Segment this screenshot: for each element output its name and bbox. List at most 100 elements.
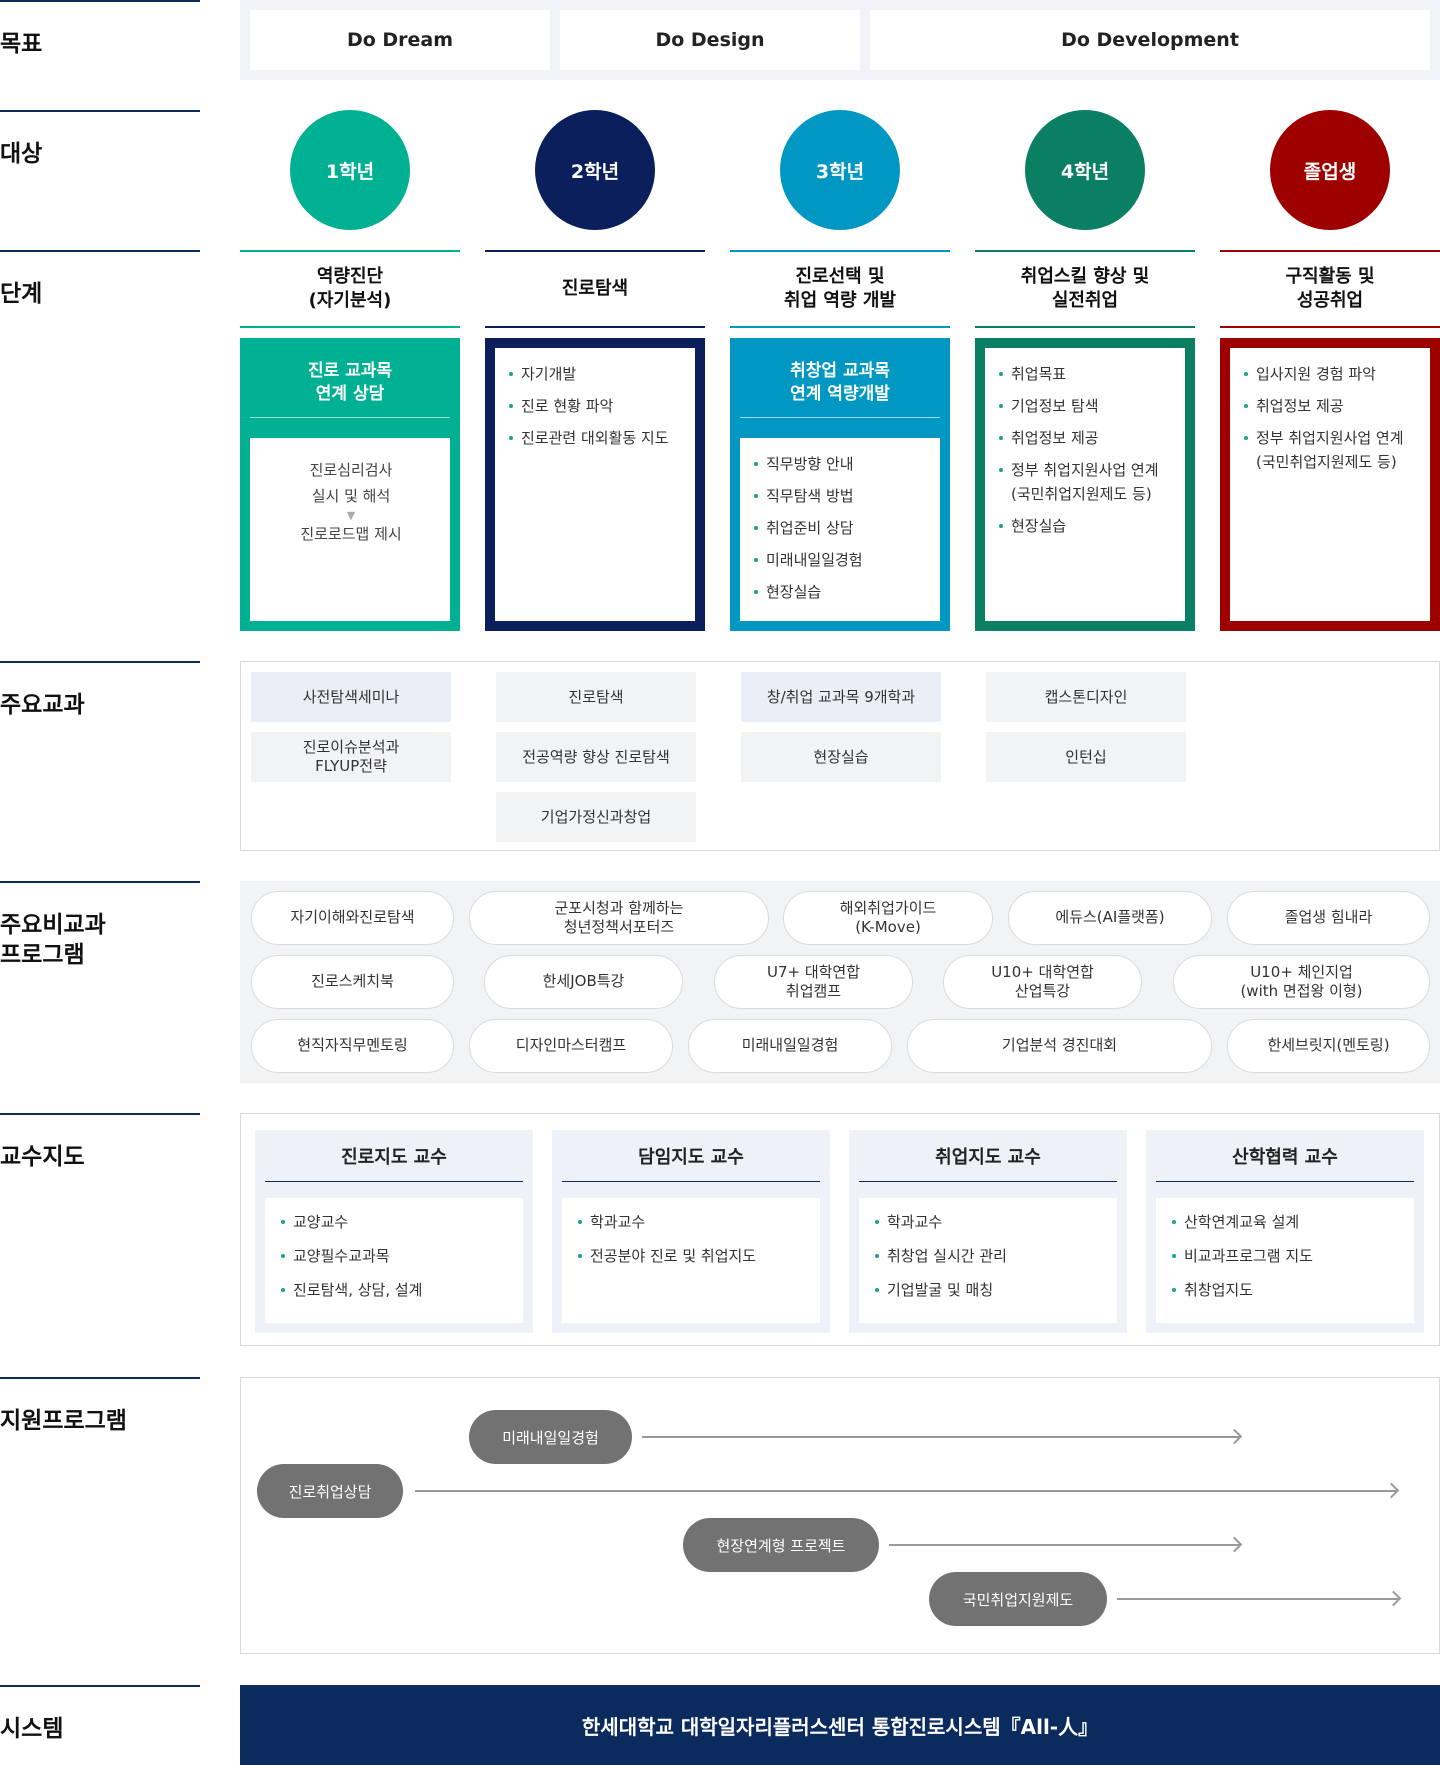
row-label-target: 대상 <box>0 110 200 250</box>
list-item: 현장실습 <box>997 514 1175 538</box>
course-item: 캡스톤디자인 <box>986 672 1186 722</box>
target-year2: 2학년 <box>535 110 655 230</box>
program-pill: 기업분석 경진대회 <box>907 1019 1212 1073</box>
row-label-stage: 단계 <box>0 250 200 310</box>
program-pill: 진로스케치북 <box>251 955 454 1009</box>
list-item: 교양필수교과목 <box>279 1244 509 1268</box>
detail-box-3-header: 취창업 교과목 연계 역량개발 <box>740 348 940 418</box>
target-graduate: 졸업생 <box>1270 110 1390 230</box>
support-pill: 진로취업상담 <box>257 1464 403 1518</box>
detail-box-4: 취업목표 기업정보 탐색 취업정보 제공 정부 취업지원사업 연계 (국민취업지원… <box>975 338 1195 631</box>
down-triangle-icon: ▼ <box>346 509 356 522</box>
row-label-support: 지원프로그램 <box>0 1377 200 1437</box>
stage-5: 구직활동 및 성공취업 <box>1220 250 1440 328</box>
prof-title: 진로지도 교수 <box>265 1130 523 1182</box>
list-item: 진로탐색, 상담, 설계 <box>279 1278 509 1302</box>
list-item: 진로관련 대외활동 지도 <box>507 426 685 450</box>
program-pill: 군포시청과 함께하는 청년정책서포터즈 <box>469 891 769 945</box>
stage-4: 취업스킬 향상 및 실전취업 <box>975 250 1195 328</box>
target-year4: 4학년 <box>1025 110 1145 230</box>
program-pill: 자기이해와진로탐색 <box>251 891 454 945</box>
list-item: 산학연계교육 설계 <box>1170 1210 1400 1234</box>
row-label-professors: 교수지도 <box>0 1113 200 1173</box>
detail-box-5-list: 입사지원 경험 파악 취업정보 제공 정부 취업지원사업 연계 (국민취업지원제도… <box>1242 362 1420 474</box>
program-pill: 미래내일일경험 <box>688 1019 892 1073</box>
list-item: 진로 현황 파악 <box>507 394 685 418</box>
detail-box-5: 입사지원 경험 파악 취업정보 제공 정부 취업지원사업 연계 (국민취업지원제도… <box>1220 338 1440 631</box>
support-panel: 미래내일일경험 진로취업상담 현장연계형 프로젝트 국민취업지원제도 <box>240 1377 1440 1654</box>
row-label-programs: 주요비교과 프로그램 <box>0 881 200 971</box>
course-item: 창/취업 교과목 9개학과 <box>741 672 941 722</box>
goal-row: Do Dream Do Design Do Development <box>240 0 1440 80</box>
list-item: 전공분야 진로 및 취업지도 <box>576 1244 806 1268</box>
program-pill: 현직자직무멘토링 <box>251 1019 454 1073</box>
arrow-icon <box>642 1436 1240 1438</box>
list-item: 취창업 실시간 관리 <box>873 1244 1103 1268</box>
target-year1: 1학년 <box>290 110 410 230</box>
list-item: 자기개발 <box>507 362 685 386</box>
list-item: 입사지원 경험 파악 <box>1242 362 1420 386</box>
program-pill: 한세브릿지(멘토링) <box>1227 1019 1430 1073</box>
goal-do-dream: Do Dream <box>250 10 550 70</box>
list-item: 미래내일일경험 <box>752 548 930 572</box>
goal-do-design: Do Design <box>560 10 860 70</box>
list-item: 취업목표 <box>997 362 1175 386</box>
list-item: 기업발굴 및 매칭 <box>873 1278 1103 1302</box>
target-year3: 3학년 <box>780 110 900 230</box>
list-item: 취업정보 제공 <box>1242 394 1420 418</box>
list-item: 취업정보 제공 <box>997 426 1175 450</box>
list-item: 기업정보 탐색 <box>997 394 1175 418</box>
program-pill: 에듀스(AI플랫폼) <box>1008 891 1212 945</box>
prof-card-industry: 산학협력 교수 산학연계교육 설계 비교과프로그램 지도 취창업지도 <box>1146 1130 1424 1333</box>
prof-title: 취업지도 교수 <box>859 1130 1117 1182</box>
list-item: 취창업지도 <box>1170 1278 1400 1302</box>
list-item: 취업준비 상담 <box>752 516 930 540</box>
row-label-courses: 주요교과 <box>0 661 200 721</box>
course-item: 현장실습 <box>741 732 941 782</box>
prof-title: 산학협력 교수 <box>1156 1130 1414 1182</box>
support-pill: 미래내일일경험 <box>469 1410 632 1464</box>
list-item: 학과교수 <box>576 1210 806 1234</box>
list-item: 현장실습 <box>752 580 930 604</box>
prof-title: 담임지도 교수 <box>562 1130 820 1182</box>
arrow-icon <box>889 1544 1240 1546</box>
detail-box-3-list: 직무방향 안내 직무탐색 방법 취업준비 상담 미래내일일경험 현장실습 <box>752 452 930 604</box>
support-pill: 국민취업지원제도 <box>929 1572 1107 1626</box>
detail-box-2-list: 자기개발 진로 현황 파악 진로관련 대외활동 지도 <box>507 362 685 450</box>
program-pill: 디자인마스터캠프 <box>469 1019 673 1073</box>
course-item: 진로이슈분석과 FLYUP전략 <box>251 732 451 782</box>
list-item: 정부 취업지원사업 연계 (국민취업지원제도 등) <box>1242 426 1420 474</box>
courses-panel: 사전탐색세미나 진로이슈분석과 FLYUP전략 진로탐색 전공역량 향상 진로탐색… <box>240 661 1440 851</box>
detail-box-4-list: 취업목표 기업정보 탐색 취업정보 제공 정부 취업지원사업 연계 (국민취업지원… <box>997 362 1175 538</box>
arrow-icon <box>415 1490 1397 1492</box>
list-item: 직무탐색 방법 <box>752 484 930 508</box>
program-pill: 졸업생 힘내라 <box>1227 891 1430 945</box>
course-item: 전공역량 향상 진로탐색 <box>496 732 696 782</box>
list-item: 정부 취업지원사업 연계 (국민취업지원제도 등) <box>997 458 1175 506</box>
list-item: 교양교수 <box>279 1210 509 1234</box>
arrow-icon <box>1117 1598 1399 1600</box>
detail-box-1-content: 진로심리검사 실시 및 해석 ▼ 진로로드맵 제시 <box>262 452 440 548</box>
program-pill: 해외취업가이드 (K-Move) <box>783 891 993 945</box>
program-pill: U7+ 대학연합 취업캠프 <box>714 955 913 1009</box>
prof-card-employment: 취업지도 교수 학과교수 취창업 실시간 관리 기업발굴 및 매칭 <box>849 1130 1127 1333</box>
prof-card-homeroom: 담임지도 교수 학과교수 전공분야 진로 및 취업지도 <box>552 1130 830 1333</box>
prof-card-career: 진로지도 교수 교양교수 교양필수교과목 진로탐색, 상담, 설계 <box>255 1130 533 1333</box>
goal-do-development: Do Development <box>870 10 1430 70</box>
program-pill: 한세JOB특강 <box>484 955 683 1009</box>
stage-1: 역량진단 (자기분석) <box>240 250 460 328</box>
row-label-system: 시스템 <box>0 1685 200 1745</box>
detail-box-2: 자기개발 진로 현황 파악 진로관련 대외활동 지도 <box>485 338 705 631</box>
programs-panel: 자기이해와진로탐색 군포시청과 함께하는 청년정책서포터즈 해외취업가이드 (K-M… <box>240 881 1440 1083</box>
detail-box-1-header: 진로 교과목 연계 상담 <box>250 348 450 418</box>
program-pill: U10+ 체인지업 (with 면접왕 이형) <box>1173 955 1430 1009</box>
course-item: 인턴십 <box>986 732 1186 782</box>
list-item: 비교과프로그램 지도 <box>1170 1244 1400 1268</box>
course-item: 기업가정신과창업 <box>496 792 696 842</box>
support-pill: 현장연계형 프로젝트 <box>683 1518 879 1572</box>
row-label-goal: 목표 <box>0 0 200 110</box>
system-banner: 한세대학교 대학일자리플러스센터 통합진로시스템『All-人』 <box>240 1685 1440 1765</box>
program-pill: U10+ 대학연합 산업특강 <box>943 955 1142 1009</box>
stage-2: 진로탐색 <box>485 250 705 328</box>
course-item: 진로탐색 <box>496 672 696 722</box>
